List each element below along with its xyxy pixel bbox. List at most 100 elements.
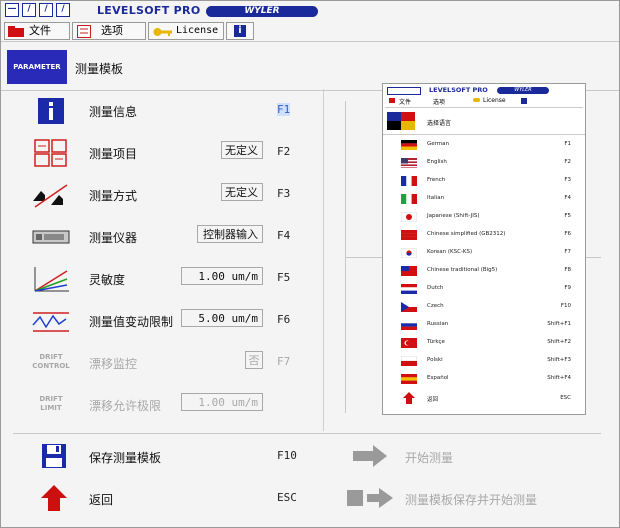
limit-icon [32, 312, 69, 332]
row-value: 否 [245, 351, 263, 369]
flag-us-icon [401, 158, 417, 168]
language-key: Shift+F2 [547, 339, 571, 345]
save-and-start-button[interactable]: 测量模板保存并开始测量 [331, 483, 611, 517]
row-label: 测量信息 [89, 105, 138, 119]
menu-file[interactable]: 文件 [4, 22, 70, 40]
language-item[interactable]: Türkçe Shift+F2 [383, 334, 585, 351]
row-measure-info[interactable]: 测量信息 F1 [1, 95, 301, 129]
row-value[interactable]: 控制器输入 [197, 225, 263, 243]
row-measure-instrument[interactable]: 测量仪器 控制器输入 F4 [1, 221, 301, 255]
menu-license[interactable]: License [148, 22, 224, 40]
save-template-button[interactable]: 保存测量模板 F10 [1, 441, 321, 475]
save-disk-icon [42, 444, 66, 468]
parameter-badge: PARAMETER [7, 50, 67, 84]
language-name: Japanese (Shift-JIS) [427, 213, 480, 219]
row-label: 测量仪器 [89, 231, 138, 245]
menu-info[interactable]: i [226, 22, 254, 40]
language-item[interactable]: Español Shift+F4 [383, 370, 585, 387]
inner-info-icon[interactable] [521, 98, 527, 104]
language-name: Italian [427, 195, 445, 201]
row-value[interactable]: 5.00 um/m [181, 309, 263, 327]
row-fkey: F2 [277, 145, 291, 158]
inner-folder-icon [389, 98, 395, 103]
row-fkey: F3 [277, 187, 291, 200]
row-value[interactable]: 1.00 um/m [181, 267, 263, 285]
language-item[interactable]: Dutch F9 [383, 280, 585, 297]
language-item[interactable]: English F2 [383, 154, 585, 171]
row-drift-limit: DRIFT LIMIT 漂移允许极限 1.00 um/m [1, 389, 301, 423]
menu-license-label: License [176, 25, 219, 36]
language-name: French [427, 177, 446, 183]
language-item[interactable]: Chinese simplified (GB2312) F6 [383, 226, 585, 243]
app-window: — / / / LEVELSOFT PRO WYLER 文件 选项 Licens… [0, 0, 620, 528]
language-key: F9 [564, 285, 571, 291]
flag-nl-icon [401, 284, 417, 294]
start-measure-label: 开始测量 [405, 451, 454, 465]
row-label: 漂移监控 [89, 357, 138, 371]
vertical-divider [323, 89, 324, 431]
logo-box-2: / [22, 3, 36, 17]
flag-fr-icon [401, 176, 417, 186]
language-name: Chinese traditional (Big5) [427, 267, 498, 273]
language-item[interactable]: Japanese (Shift-JIS) F5 [383, 208, 585, 225]
inner-app-title: LEVELSOFT PRO [429, 86, 488, 94]
language-item[interactable]: Italian F4 [383, 190, 585, 207]
language-item[interactable]: Czech F10 [383, 298, 585, 315]
flag-es-icon [401, 374, 417, 384]
menu-options[interactable]: 选项 [72, 22, 146, 40]
inner-menu-bar: 文件 选项 License [385, 97, 583, 108]
language-key: Shift+F3 [547, 357, 571, 363]
row-sensitivity[interactable]: 灵敏度 1.00 um/m F5 [1, 263, 301, 297]
inner-menu-options[interactable]: 选项 [433, 97, 445, 106]
language-item[interactable]: Chinese traditional (Big5) F8 [383, 262, 585, 279]
inner-brand: WYLER [497, 87, 549, 94]
back-arrow-icon [403, 392, 415, 404]
inner-title-bar: LEVELSOFT PRO WYLER [385, 86, 585, 96]
row-value[interactable]: 无定义 [221, 183, 263, 201]
back-button[interactable]: 返回 ESC [1, 483, 321, 517]
menu-options-label: 选项 [101, 24, 123, 37]
language-name: Polski [427, 357, 443, 363]
start-measure-button[interactable]: 开始测量 [331, 441, 611, 475]
inner-header: 选择语言 [383, 110, 585, 135]
flag-ru-icon [401, 320, 417, 330]
language-item[interactable]: German F1 [383, 136, 585, 153]
row-measure-method[interactable]: 测量方式 无定义 F3 [1, 179, 301, 213]
language-key: Shift+F4 [547, 375, 571, 381]
inner-header-title: 选择语言 [427, 120, 452, 127]
row-value: 1.00 um/m [181, 393, 263, 411]
language-name: Dutch [427, 285, 444, 291]
language-item[interactable]: French F3 [383, 172, 585, 189]
language-name: German [427, 141, 450, 147]
inner-logo [387, 87, 421, 95]
row-value[interactable]: 无定义 [221, 141, 263, 159]
language-item[interactable]: Polski Shift+F3 [383, 352, 585, 369]
language-name: English [427, 159, 447, 165]
inner-menu-file[interactable]: 文件 [399, 97, 411, 106]
inner-key-icon [473, 98, 480, 102]
flag-tr-icon [401, 338, 417, 348]
language-key: F6 [564, 231, 571, 237]
save-and-start-icon [347, 488, 393, 508]
instrument-icon [32, 230, 70, 244]
row-label: 测量值变动限制 [89, 315, 174, 329]
flag-cz-icon [401, 302, 417, 312]
save-template-key: F10 [277, 449, 297, 462]
page-title: 测量模板 [75, 62, 124, 76]
save-template-label: 保存测量模板 [89, 451, 162, 465]
row-fkey: F6 [277, 313, 291, 326]
row-label: 漂移允许极限 [89, 399, 162, 413]
flag-kr-icon [401, 248, 417, 258]
inner-menu-license[interactable]: License [483, 97, 506, 104]
up-arrow-icon [41, 485, 67, 511]
row-variation-limit[interactable]: 测量值变动限制 5.00 um/m F6 [1, 305, 301, 339]
language-item[interactable]: Russian Shift+F1 [383, 316, 585, 333]
info-icon [38, 98, 64, 124]
language-item[interactable]: Korean (KSC-KS) F7 [383, 244, 585, 261]
inner-back-label: 返回 [427, 397, 439, 403]
row-measure-item[interactable]: 测量项目 无定义 F2 [1, 137, 301, 171]
language-key: F5 [564, 213, 571, 219]
inner-back-row[interactable]: 返回 ESC [383, 390, 585, 407]
menu-file-label: 文件 [29, 24, 51, 37]
row-drift-control: DRIFT CONTROL 漂移监控 否 F7 [1, 347, 301, 381]
